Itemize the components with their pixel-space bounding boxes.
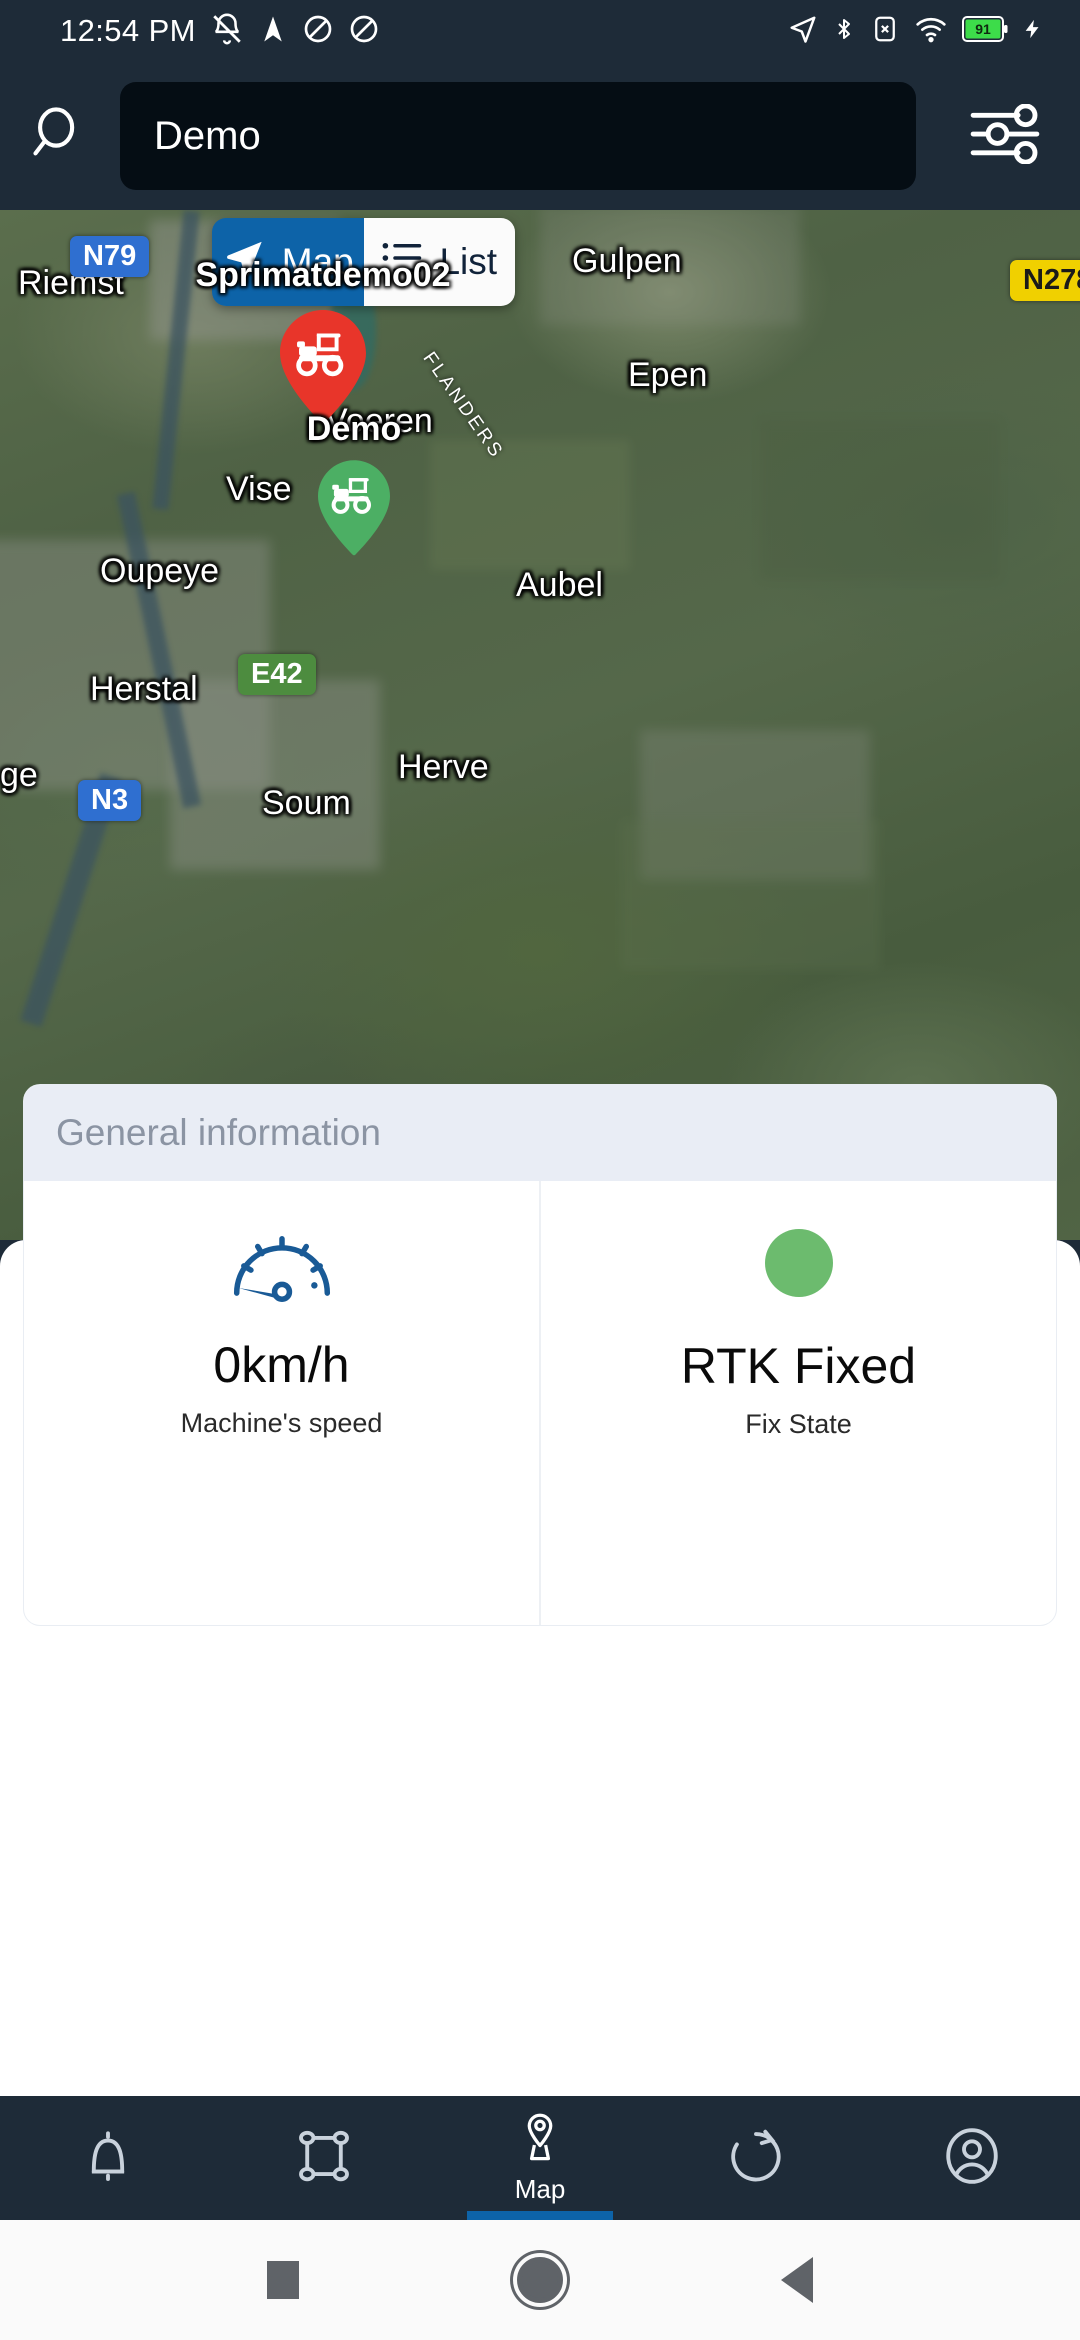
triangle-back-icon[interactable] [781, 2257, 813, 2303]
circle-home-icon[interactable] [517, 2257, 563, 2303]
general-information-card: General information 0km/h Machine's spee… [24, 1085, 1056, 1625]
do-not-disturb-icon-2 [348, 13, 380, 50]
bluetooth-icon [832, 13, 856, 50]
speedometer-icon [227, 1223, 337, 1310]
map-pin-icon [512, 2111, 568, 2172]
road-shield: E42 [238, 654, 316, 695]
map-place-label: Aubel [516, 566, 603, 604]
wifi-icon [914, 13, 948, 50]
fix-state-value: RTK Fixed [680, 1338, 917, 1394]
search-icon [29, 103, 91, 170]
navigation-icon [788, 13, 818, 50]
nav-item-map-label: Map [514, 2174, 566, 2204]
clock-history-icon [725, 2125, 787, 2192]
battery-level-text: 91 [975, 21, 991, 37]
map-place-label: Epen [628, 356, 708, 394]
status-dot-green [764, 1229, 833, 1297]
info-card-header: General information [24, 1085, 1056, 1181]
search-button[interactable] [0, 62, 120, 210]
map-place-label: Soum [262, 784, 351, 822]
speed-value: 0km/h [213, 1337, 350, 1393]
filter-sliders-icon [967, 102, 1043, 169]
info-card-title: General information [56, 1112, 381, 1153]
nav-item-history[interactable] [648, 2096, 864, 2220]
info-cell-speed: 0km/h Machine's speed [24, 1181, 539, 1625]
road-shield: N3 [78, 780, 142, 821]
sim-x-icon [870, 13, 900, 50]
road-shield: N278 [1010, 260, 1080, 301]
status-bar-right: 91 [788, 13, 1044, 50]
nav-active-indicator [467, 2211, 613, 2220]
map-pin-green-icon [318, 460, 390, 556]
do-not-disturb-icon [302, 13, 334, 50]
map-marker-label: Sprimatdemo02 [195, 256, 451, 294]
filter-button[interactable] [930, 62, 1080, 210]
map-place-label: Herve [398, 748, 489, 786]
map-pin-red-icon [280, 310, 366, 424]
map-place-label: Herstal [90, 670, 198, 708]
search-header: Demo [0, 62, 1080, 210]
map-place-label: ge [0, 756, 38, 794]
bell-icon [77, 2125, 139, 2192]
field-shape-icon [293, 2125, 355, 2192]
nav-item-fields[interactable] [216, 2096, 432, 2220]
search-input[interactable]: Demo [120, 82, 916, 190]
nav-item-profile[interactable] [864, 2096, 1080, 2220]
map-marker-label: Demo [306, 410, 402, 448]
user-circle-icon [941, 2125, 1003, 2192]
battery-icon: 91 [962, 14, 1008, 49]
info-grid: 0km/h Machine's speed RTK Fixed Fix Stat… [24, 1181, 1056, 1625]
nav-item-alerts[interactable] [0, 2096, 216, 2220]
location-arrow-icon [258, 12, 288, 51]
square-recents-icon[interactable] [267, 2261, 299, 2299]
search-input-value: Demo [154, 113, 261, 158]
status-bar-left: 12:54 PM [60, 12, 380, 51]
info-cell-fix-state: RTK Fixed Fix State [539, 1181, 1056, 1625]
status-bar-clock: 12:54 PM [60, 13, 196, 48]
status-bar: 12:54 PM 91 [0, 0, 1080, 62]
map-place-label: Oupeye [100, 552, 220, 590]
road-shield: N79 [70, 236, 150, 277]
bottom-navigation: Map [0, 2096, 1080, 2220]
android-navigation-bar [0, 2220, 1080, 2340]
map-marker-sprimatdemo02[interactable]: Sprimatdemo02 [195, 256, 451, 424]
map-place-label: Vise [226, 470, 292, 508]
nav-item-map[interactable]: Map [432, 2096, 648, 2220]
charging-bolt-icon [1022, 13, 1044, 50]
speed-label: Machine's speed [180, 1408, 383, 1438]
map-marker-demo[interactable]: Demo [307, 410, 401, 556]
fix-state-label: Fix State [745, 1409, 852, 1439]
map-place-label: Gulpen [572, 242, 682, 280]
mute-icon [210, 12, 244, 51]
